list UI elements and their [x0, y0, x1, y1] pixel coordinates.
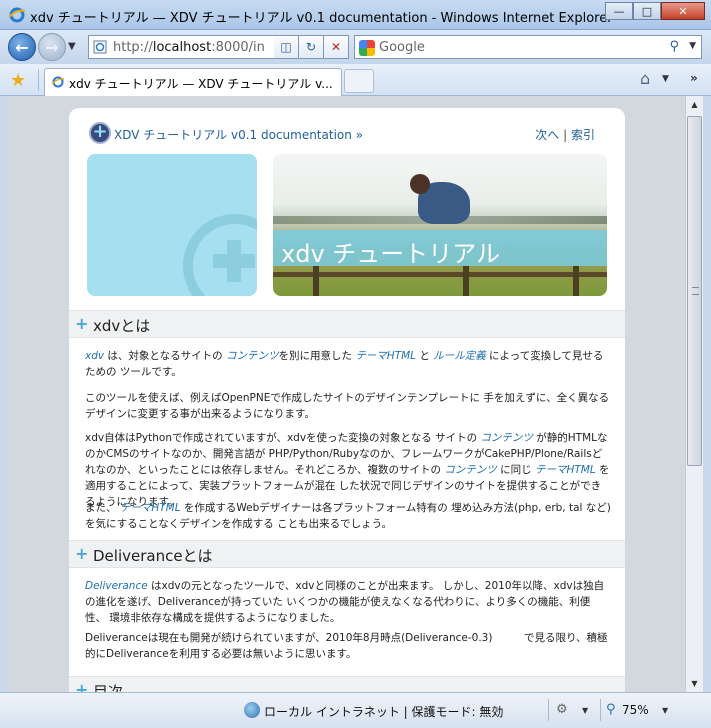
refresh-icon: ↻: [305, 40, 317, 54]
close-button[interactable]: ✕: [661, 2, 705, 20]
intranet-zone-icon: [244, 702, 260, 718]
term-link[interactable]: コンテンツ: [480, 432, 533, 444]
back-button[interactable]: ←: [8, 33, 36, 61]
search-dropdown-icon[interactable]: ▼: [689, 41, 696, 51]
maximize-button[interactable]: □: [633, 2, 661, 20]
term-link[interactable]: テーマHTML: [120, 502, 181, 514]
chevron-right-icon[interactable]: »: [690, 71, 698, 85]
banner-caption: xdv チュートリアル: [281, 240, 501, 268]
document: XDV チュートリアル v0.1 documentation » 次へ | 索引…: [69, 108, 625, 692]
compatibility-view-button[interactable]: ◫: [274, 35, 299, 59]
doc-header: XDV チュートリアル v0.1 documentation » 次へ | 索引: [69, 108, 625, 148]
search-box[interactable]: Google ⚲ ▼: [354, 35, 702, 59]
section-title: 目次: [93, 683, 124, 692]
documentation-home-link[interactable]: XDV チュートリアル v0.1 documentation »: [114, 126, 363, 143]
term-link[interactable]: テーマHTML: [535, 464, 596, 476]
paragraph: xdv は、対象となるサイトの コンテンツを別に用意した テーマHTML と ル…: [85, 350, 604, 378]
related-nav: 次へ | 索引: [535, 126, 595, 143]
google-icon: [359, 40, 375, 56]
xdv-logo-icon: [89, 121, 111, 144]
plus-icon: +: [75, 544, 89, 563]
address-buttons: ◫ ↻ ✕: [274, 35, 349, 59]
page-viewport: XDV チュートリアル v0.1 documentation » 次へ | 索引…: [7, 96, 685, 692]
ie-logo-icon: [8, 7, 26, 23]
protected-mode-icon[interactable]: ⚙: [556, 702, 568, 717]
section-heading-xdv: + xdvとは: [69, 310, 625, 338]
zoom-icon[interactable]: ⚲: [606, 702, 616, 717]
banner-image: xdv チュートリアル: [273, 154, 607, 296]
left-frame: [0, 96, 7, 728]
address-input[interactable]: http://localhost:8000/in: [113, 40, 265, 55]
minimize-button[interactable]: —: [605, 2, 633, 20]
section-title: xdvとは: [93, 317, 151, 335]
navigation-bar: ← → ▼ http://localhost:8000/in ◫ ↻ ✕ Goo…: [0, 30, 711, 64]
arrow-left-icon: ←: [15, 37, 29, 57]
paragraph: このツールを使えば、例えばOpenPNEで作成したサイトのデザインテンプレートに…: [85, 392, 610, 420]
stop-button[interactable]: ✕: [324, 35, 349, 59]
new-tab-button[interactable]: [344, 69, 374, 93]
window-controls: — □ ✕: [605, 2, 705, 20]
term-link[interactable]: ルール定義: [433, 350, 486, 362]
section-title: Deliveranceとは: [93, 547, 213, 565]
ie-page-icon: [51, 76, 65, 88]
home-icon[interactable]: ⌂: [640, 69, 650, 88]
paragraph: Deliveranceは現在も開発が続けられていますが、2010年8月時点(De…: [85, 632, 608, 660]
tab-current[interactable]: xdv チュートリアル — XDV チュートリアル v...: [44, 68, 342, 96]
scroll-up-icon[interactable]: ▲: [686, 96, 703, 113]
page-icon: [93, 40, 107, 54]
search-input[interactable]: Google: [379, 40, 425, 55]
paragraph: Deliverance はxdvの元となったツールで、xdvと同様のことが出来ま…: [85, 580, 605, 624]
scroll-thumb[interactable]: [687, 116, 702, 466]
tab-label: xdv チュートリアル — XDV チュートリアル v...: [69, 77, 333, 91]
divider: [38, 69, 39, 91]
arrow-right-icon: →: [45, 37, 59, 57]
plus-icon: +: [75, 314, 89, 333]
paragraph: また、 テーマHTML を作成するWebデザイナーは各プラットフォーム特有の 埋…: [85, 502, 611, 530]
plus-icon: +: [75, 680, 89, 692]
status-bar: ローカル イントラネット | 保護モード: 無効 ⚙ ▼ ⚲ 75% ▼: [0, 692, 711, 728]
dropdown-icon[interactable]: ▼: [582, 706, 588, 715]
title-bar: xdv チュートリアル — XDV チュートリアル v0.1 documenta…: [0, 0, 711, 30]
right-frame: [703, 96, 711, 692]
term-link[interactable]: Deliverance: [85, 580, 148, 592]
zoom-level[interactable]: 75%: [622, 703, 649, 717]
security-zone-text: ローカル イントラネット | 保護モード: 無効: [264, 705, 504, 719]
scroll-down-icon[interactable]: ▼: [686, 675, 703, 692]
window-title: xdv チュートリアル — XDV チュートリアル v0.1 documenta…: [30, 11, 613, 26]
forward-button[interactable]: →: [38, 33, 66, 61]
paragraph: xdv自体はPythonで作成されていますが、xdvを使った変換の対象となる サ…: [85, 432, 610, 508]
zoom-dropdown-icon[interactable]: ▼: [662, 706, 668, 715]
home-dropdown-icon[interactable]: ▼: [662, 74, 669, 84]
nav-separator: |: [563, 128, 568, 142]
tab-bar: ★ xdv チュートリアル — XDV チュートリアル v... ⌂ ▼ »: [0, 64, 711, 96]
history-dropdown-icon[interactable]: ▼: [68, 41, 76, 52]
vertical-scrollbar[interactable]: ▲ ▼: [685, 96, 703, 692]
stop-icon: ✕: [330, 40, 342, 54]
term-link[interactable]: コンテンツ: [226, 350, 279, 362]
banner-logo-panel: [87, 154, 257, 296]
section-heading-toc: + 目次: [69, 676, 625, 692]
term-link[interactable]: テーマHTML: [355, 350, 416, 362]
search-icon[interactable]: ⚲: [669, 39, 679, 54]
next-link[interactable]: 次へ: [535, 128, 559, 142]
section-heading-deliverance: + Deliveranceとは: [69, 540, 625, 568]
index-link[interactable]: 索引: [571, 128, 595, 142]
term-link[interactable]: コンテンツ: [444, 464, 497, 476]
term-link[interactable]: xdv: [85, 350, 104, 362]
compat-view-icon: ◫: [280, 40, 292, 54]
refresh-button[interactable]: ↻: [299, 35, 324, 59]
favorites-star-icon[interactable]: ★: [10, 70, 26, 91]
